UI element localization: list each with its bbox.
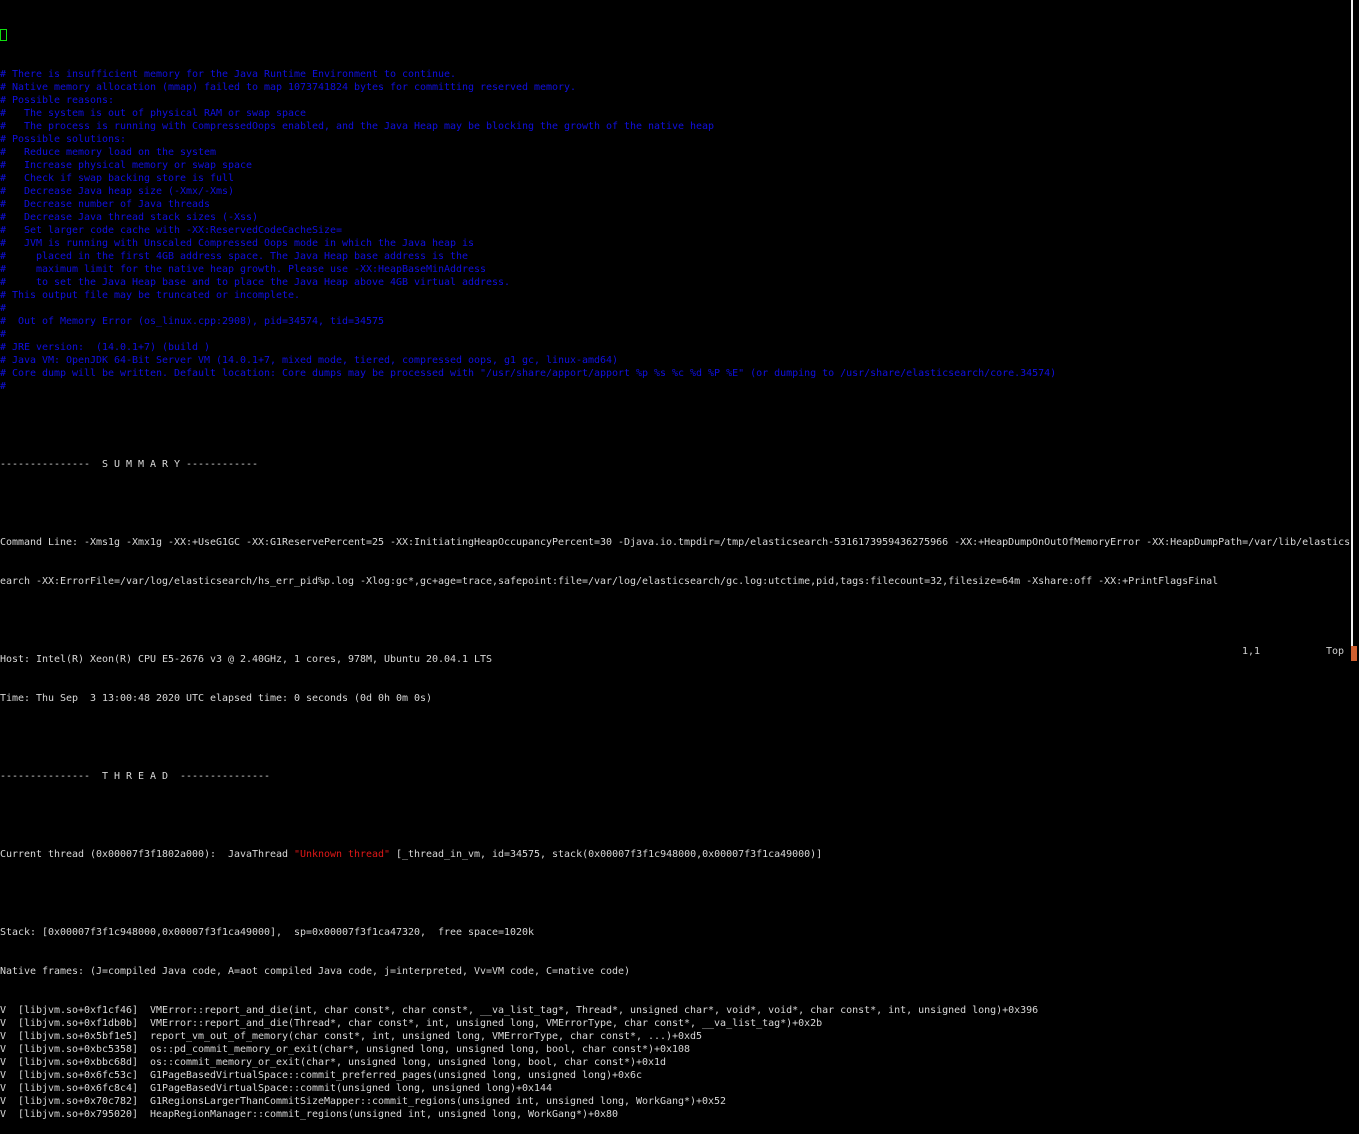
native-frames-list: V [libjvm.so+0xf1cf46] VMError::report_a… (0, 1004, 1350, 1121)
error-comment-line: # JVM is running with Unscaled Compresse… (0, 238, 475, 249)
native-frame-row: V [libjvm.so+0x5bf1e5] report_vm_out_of_… (0, 1031, 703, 1042)
terminal-buffer[interactable]: # There is insufficient memory for the J… (0, 0, 1350, 1120)
error-comment-line: # Set larger code cache with -XX:Reserve… (0, 225, 343, 236)
native-frame-row: V [libjvm.so+0x795020] HeapRegionManager… (0, 1109, 619, 1120)
error-comment-line: # Decrease Java thread stack sizes (-Xss… (0, 212, 259, 223)
error-comment-line: # Possible solutions: (0, 134, 127, 145)
cursor-line (0, 29, 1350, 42)
error-comment-line: # This output file may be truncated or i… (0, 290, 301, 301)
scrollbar-thumb[interactable] (1351, 646, 1357, 661)
text-cursor (0, 29, 7, 41)
summary-section-header: --------------- S U M M A R Y ----------… (0, 459, 259, 470)
command-line-text: Command Line: -Xms1g -Xmx1g -XX:+UseG1GC… (0, 537, 1350, 548)
current-thread-line: Current thread (0x00007f3f1802a000): Jav… (0, 848, 1350, 861)
native-frame-row: V [libjvm.so+0x70c782] G1RegionsLargerTh… (0, 1096, 727, 1107)
error-comment-line: # (0, 303, 7, 314)
native-frames-legend: Native frames: (J=compiled Java code, A=… (0, 966, 631, 977)
error-comment-line: # Reduce memory load on the system (0, 147, 217, 158)
current-thread-prefix: Current thread (0x00007f3f1802a000): Jav… (0, 849, 295, 860)
native-frame-row: V [libjvm.so+0xbbc68d] os::commit_memory… (0, 1057, 667, 1068)
error-comment-line: # to set the Java Heap base and to place… (0, 277, 511, 288)
error-comment-line: # The system is out of physical RAM or s… (0, 108, 307, 119)
error-comment-line: # Check if swap backing store is full (0, 173, 235, 184)
error-comment-line: # placed in the first 4GB address space.… (0, 251, 469, 262)
error-comment-line: # There is insufficient memory for the J… (0, 69, 457, 80)
vim-status-line: 1,1 Top (1180, 645, 1350, 659)
error-comment-line: # Possible reasons: (0, 95, 115, 106)
native-frame-row: V [libjvm.so+0xbc5358] os::pd_commit_mem… (0, 1044, 691, 1055)
error-comment-line: # Decrease Java heap size (-Xmx/-Xms) (0, 186, 235, 197)
current-thread-suffix: [_thread_in_vm, id=34575, stack(0x00007f… (390, 849, 823, 860)
thread-name-string: "Unknown thread" (294, 849, 391, 860)
error-header-comments: # There is insufficient memory for the J… (0, 68, 1350, 393)
error-comment-line: # Increase physical memory or swap space (0, 160, 253, 171)
error-comment-line: # Core dump will be written. Default loc… (0, 368, 1057, 379)
time-info: Time: Thu Sep 3 13:00:48 2020 UTC elapse… (0, 693, 433, 704)
error-comment-line: # (0, 329, 7, 340)
scroll-position-indicator: Top (1326, 646, 1345, 657)
cursor-position: 1,1 (1242, 646, 1261, 657)
host-info: Host: Intel(R) Xeon(R) CPU E5-2676 v3 @ … (0, 654, 493, 665)
scrollbar[interactable] (1350, 0, 1359, 661)
stack-info: Stack: [0x00007f3f1c948000,0x00007f3f1ca… (0, 927, 535, 938)
error-comment-line: # Out of Memory Error (os_linux.cpp:2908… (0, 316, 385, 327)
error-comment-line: # Decrease number of Java threads (0, 199, 211, 210)
command-line-text-continued: earch -XX:ErrorFile=/var/log/elasticsear… (0, 576, 1219, 587)
thread-section-header: --------------- T H R E A D ------------… (0, 771, 271, 782)
error-comment-line: # Java VM: OpenJDK 64-Bit Server VM (14.… (0, 355, 619, 366)
error-comment-line: # maximum limit for the native heap grow… (0, 264, 487, 275)
error-comment-line: # Native memory allocation (mmap) failed… (0, 82, 577, 93)
error-comment-line: # (0, 381, 7, 392)
native-frame-row: V [libjvm.so+0xf1cf46] VMError::report_a… (0, 1005, 1039, 1016)
error-comment-line: # JRE version: (14.0.1+7) (build ) (0, 342, 211, 353)
native-frame-row: V [libjvm.so+0xf1db0b] VMError::report_a… (0, 1018, 823, 1029)
native-frame-row: V [libjvm.so+0x6fc53c] G1PageBasedVirtua… (0, 1070, 643, 1081)
native-frame-row: V [libjvm.so+0x6fc8c4] G1PageBasedVirtua… (0, 1083, 553, 1094)
scrollbar-track[interactable] (1351, 0, 1353, 646)
error-comment-line: # The process is running with Compressed… (0, 121, 715, 132)
